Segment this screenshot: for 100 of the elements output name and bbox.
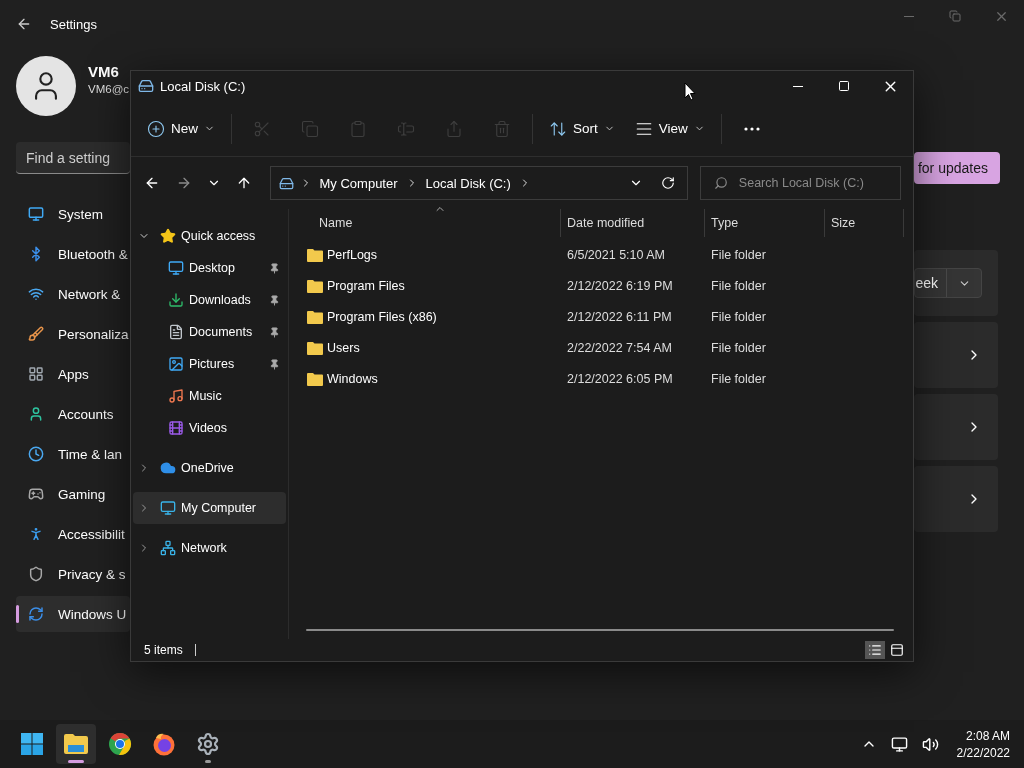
tree-item[interactable]: Music — [133, 380, 286, 412]
file-name[interactable]: Program Files (x86) — [327, 309, 437, 324]
folder-icon — [63, 733, 89, 755]
type-cell-text: File folder — [710, 278, 767, 293]
panel-icon — [890, 643, 904, 657]
star-icon — [160, 228, 176, 244]
folder-icon — [307, 278, 323, 293]
file-name[interactable]: Users — [327, 340, 360, 355]
date-cell-text: 2/12/2022 6:11 PM — [566, 309, 673, 324]
date-cell-text: 2/12/2022 6:19 PM — [566, 278, 674, 293]
window-title: Local Disk (C:) — [160, 78, 246, 94]
monitor-icon — [28, 206, 44, 222]
refresh-icon — [660, 176, 675, 190]
maximize-icon — [838, 80, 850, 92]
address-bar[interactable]: My Computer Local Disk (C:) — [269, 166, 688, 200]
breadcrumb[interactable]: Local Disk (C:) — [423, 175, 513, 191]
breadcrumb[interactable]: My Computer — [317, 175, 400, 191]
clock-date: 2/22/2022 — [956, 745, 1010, 760]
windows-logo-icon — [20, 732, 44, 756]
nav-item[interactable]: Network & — [16, 276, 130, 312]
person-icon — [28, 526, 44, 542]
date-cell-text: 6/5/2021 5:10 AM — [566, 247, 666, 262]
grid-icon — [28, 366, 44, 382]
tree-item[interactable]: My Computer — [133, 492, 286, 524]
details-view-button[interactable] — [865, 641, 885, 659]
nav-item[interactable]: Apps — [16, 356, 130, 392]
file-name[interactable]: Program Files — [327, 278, 405, 293]
tree-item[interactable]: Pictures — [133, 348, 286, 380]
type-cell-text: File folder — [710, 309, 767, 324]
wifi-icon — [28, 286, 44, 302]
file-name[interactable]: PerfLogs — [327, 247, 378, 262]
minimize-icon — [793, 85, 803, 87]
cursor-icon — [684, 82, 696, 101]
tree-item[interactable]: Quick access — [133, 220, 286, 252]
download-icon — [168, 292, 184, 308]
scrollbar-thumb[interactable] — [306, 629, 894, 631]
column-header[interactable]: Date modified — [561, 209, 705, 237]
type-cell-text: File folder — [710, 340, 767, 355]
nav-item[interactable]: Accounts — [16, 396, 130, 432]
taskbar-button[interactable] — [56, 724, 96, 764]
gear-icon — [196, 732, 220, 756]
nav-item[interactable]: Privacy & s — [16, 556, 130, 592]
back-icon[interactable] — [16, 16, 32, 32]
speaker-icon — [921, 735, 939, 753]
document-icon — [168, 324, 184, 340]
date-cell-text: 2/12/2022 6:05 PM — [566, 371, 674, 386]
brush-icon — [28, 326, 44, 342]
drive-icon — [278, 175, 294, 191]
nav-item[interactable]: System — [16, 196, 130, 232]
folder-icon — [307, 340, 323, 355]
folder-icon — [307, 309, 323, 324]
browser-icon — [108, 732, 132, 756]
view-button[interactable]: View — [626, 110, 713, 147]
search-field[interactable]: Find a setting — [16, 142, 130, 174]
search-icon — [713, 176, 728, 190]
nav-item[interactable]: Bluetooth & — [16, 236, 130, 272]
folder-icon — [307, 247, 323, 262]
monitor-icon — [890, 735, 908, 753]
monitor-icon — [168, 260, 184, 276]
column-header[interactable]: Name — [307, 209, 561, 237]
browser-icon — [152, 732, 176, 756]
minimize-icon — [904, 15, 914, 17]
nav-item[interactable]: Windows U — [16, 596, 130, 632]
film-icon — [168, 420, 184, 436]
monitor-icon — [160, 500, 176, 516]
nav-item[interactable]: Personaliza — [16, 316, 130, 352]
person-icon — [28, 406, 44, 422]
image-icon — [168, 356, 184, 372]
check-updates-button[interactable]: for updates — [913, 152, 1000, 184]
avatar — [16, 56, 76, 116]
tree-item[interactable]: OneDrive — [133, 452, 286, 484]
clock-icon — [28, 446, 44, 462]
tree-item[interactable]: Downloads — [133, 284, 286, 316]
cloud-icon — [160, 460, 176, 476]
tree-item[interactable]: Network — [133, 532, 286, 564]
item-count: 5 items — [144, 643, 183, 657]
folder-icon — [307, 371, 323, 386]
list-icon — [868, 643, 882, 657]
pause-dropdown[interactable]: eek — [914, 268, 982, 298]
nav-item[interactable]: Gaming — [16, 476, 130, 512]
tree-item[interactable]: Desktop — [133, 252, 286, 284]
column-header[interactable]: Size — [825, 209, 904, 237]
search-field[interactable]: Search Local Disk (C:) — [699, 166, 902, 200]
shield-icon — [28, 566, 44, 582]
nav-item[interactable]: Accessibilit — [16, 516, 130, 552]
restore-icon — [949, 10, 961, 22]
sort-button[interactable]: Sort — [541, 110, 623, 147]
clock-time: 2:08 AM — [965, 728, 1010, 743]
window-title: Settings — [50, 16, 97, 32]
column-header[interactable]: Type — [705, 209, 825, 237]
type-cell-text: File folder — [710, 371, 767, 386]
nav-item[interactable]: Time & lan — [16, 436, 130, 472]
tree-item[interactable]: Videos — [133, 412, 286, 444]
file-name[interactable]: Windows — [327, 371, 378, 386]
new-button[interactable]: New — [139, 110, 223, 147]
user-name: VM6 — [88, 63, 120, 80]
tree-item[interactable]: Documents — [133, 316, 286, 348]
type-cell-text: File folder — [710, 247, 767, 262]
refresh-icon — [28, 606, 44, 622]
network-icon — [160, 540, 176, 556]
